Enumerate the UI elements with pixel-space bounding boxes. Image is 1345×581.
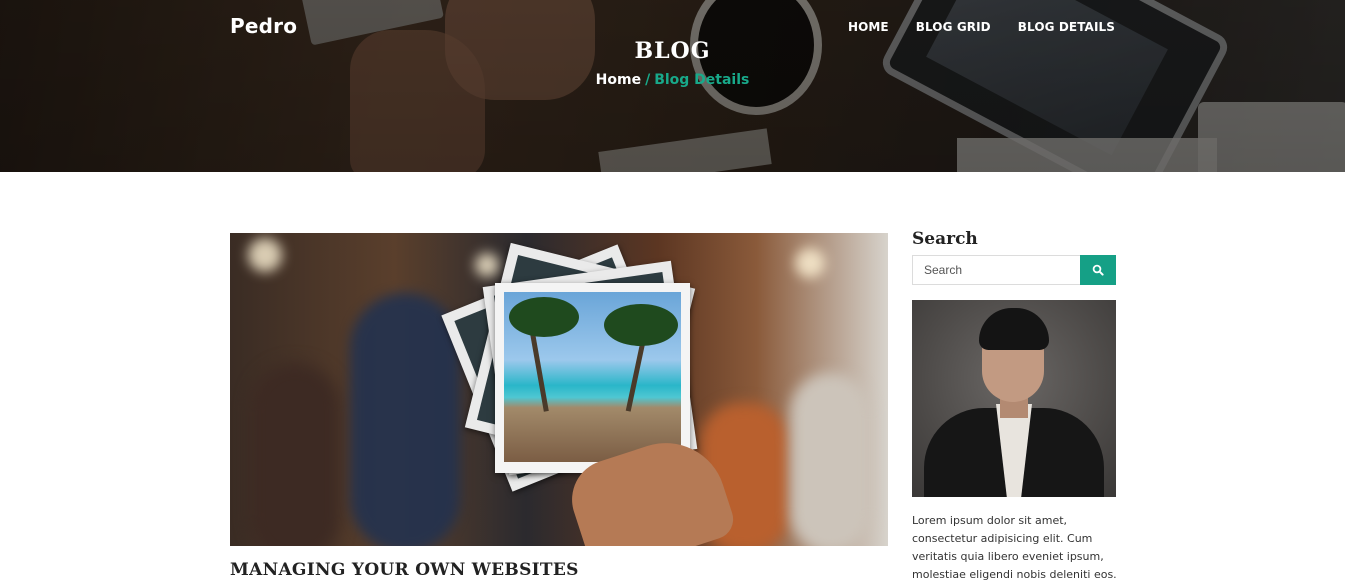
- author-bio: Lorem ipsum dolor sit amet, consectetur …: [912, 514, 1117, 581]
- search-heading: Search: [912, 229, 978, 249]
- breadcrumb-separator: /: [645, 72, 651, 88]
- search-icon: [1092, 264, 1104, 276]
- site-logo[interactable]: Pedro: [230, 14, 297, 38]
- nav-blog-grid[interactable]: BLOG GRID: [916, 20, 991, 34]
- search-button[interactable]: [1080, 255, 1116, 285]
- hero-banner: Pedro HOME BLOG GRID BLOG DETAILS BLOG H…: [0, 0, 1345, 172]
- search-form: [912, 255, 1116, 285]
- post-title: MANAGING YOUR OWN WEBSITES: [230, 560, 579, 580]
- nav-blog-details[interactable]: BLOG DETAILS: [1018, 20, 1115, 34]
- breadcrumb-home[interactable]: Home: [596, 72, 641, 88]
- search-input[interactable]: [912, 255, 1080, 285]
- author-avatar: [912, 300, 1116, 497]
- main-nav: HOME BLOG GRID BLOG DETAILS: [848, 20, 1115, 34]
- nav-home[interactable]: HOME: [848, 20, 889, 34]
- post-featured-image: [230, 233, 888, 546]
- page-title: BLOG: [634, 38, 711, 64]
- breadcrumb-current: Blog Details: [654, 72, 750, 88]
- breadcrumb: Home / Blog Details: [0, 72, 1345, 88]
